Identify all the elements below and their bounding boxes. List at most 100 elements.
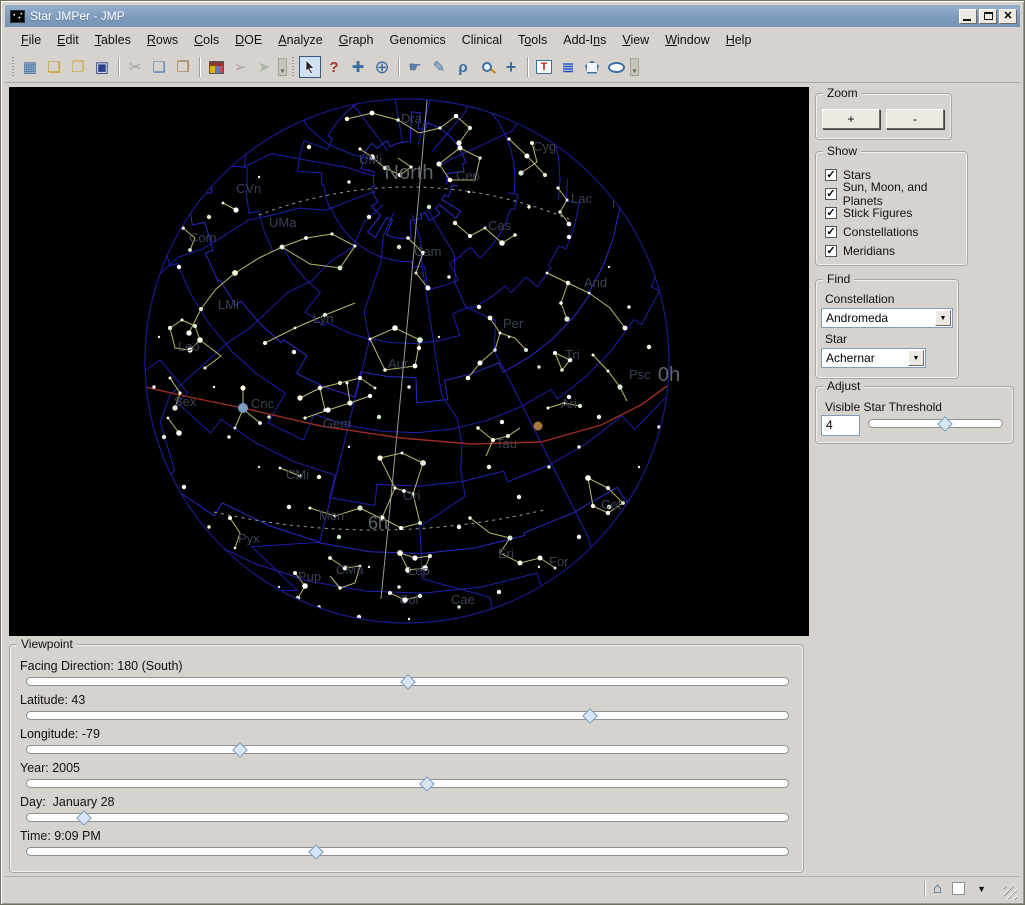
menu-window[interactable]: Window [657,30,717,50]
checkbox-icon[interactable]: ✓ [825,169,837,181]
polygon-tool-icon[interactable] [581,56,603,78]
visible-star-threshold-input[interactable]: 4 [821,415,860,436]
open-icon[interactable]: ❐ [67,56,89,78]
menu-doe[interactable]: DOE [227,30,270,50]
star-dot [168,326,172,330]
menu-clinical[interactable]: Clinical [454,30,510,50]
star-map[interactable]: DraUMiCepCygLacCasCamCVnUMaComAndLMiLynP… [9,87,809,636]
slider-thumb[interactable] [937,416,953,432]
star-dot [162,435,166,439]
toolbar: ▦❏❐▣✂❑❒➢➤▾?✚⊕☛✎ρ+T≣▾ [5,52,1020,83]
show-sun-moon-planets-checkbox[interactable]: ✓Sun, Moon, and Planets [825,184,967,203]
menu-analyze[interactable]: Analyze [270,30,330,50]
annotate-tool-icon[interactable]: T [533,56,555,78]
time-slider[interactable] [26,847,789,856]
maximize-button[interactable] [979,9,997,24]
chevron-down-icon[interactable]: ▼ [935,310,951,326]
star-dot [546,272,549,275]
new-journal-icon[interactable]: ❏ [43,56,65,78]
toolbar-grip[interactable] [290,57,295,77]
magnifier-tool-icon[interactable] [476,56,498,78]
latitude-slider[interactable] [26,711,789,720]
menu-graph[interactable]: Graph [331,30,382,50]
slider-thumb[interactable] [76,810,92,826]
data-table-icon[interactable] [205,56,227,78]
checkbox-icon[interactable]: ✓ [825,245,837,257]
show-meridians-checkbox[interactable]: ✓Meridians [825,241,967,260]
menu-edit[interactable]: Edit [49,30,87,50]
star-dot [358,147,361,150]
close-button[interactable]: ✕ [999,9,1017,24]
checkbox-icon[interactable]: ✓ [825,207,837,219]
menu-cols[interactable]: Cols [186,30,227,50]
slider-thumb[interactable] [308,844,324,860]
show-group: Show ✓Stars✓Sun, Moon, and Planets✓Stick… [815,151,968,266]
show-constellations-checkbox[interactable]: ✓Constellations [825,222,967,241]
zoom-out-button[interactable]: - [886,109,944,129]
globe-zoom-icon[interactable]: ⊕ [371,56,393,78]
hand-tool-icon[interactable]: ☛ [404,56,426,78]
planet-dot-blue[interactable] [238,403,248,413]
toolbar-overflow-icon[interactable]: ▾ [630,58,639,76]
arrow-tool-icon[interactable] [299,56,321,78]
slider-thumb[interactable] [400,674,416,690]
slider-thumb[interactable] [232,742,248,758]
visible-star-threshold-slider[interactable] [868,419,1003,428]
run-script-icon[interactable]: ➢ [229,56,251,78]
run-formula-icon[interactable]: ➤ [253,56,275,78]
copy-icon[interactable]: ❑ [148,56,170,78]
toolbar-overflow-icon[interactable]: ▾ [278,58,287,76]
checkbox-icon[interactable]: ✓ [825,226,837,238]
constellation-select[interactable]: Andromeda ▼ [821,308,953,328]
star-dot [525,154,530,159]
facing-direction-slider[interactable] [26,677,789,686]
constellation-boundary [418,87,607,144]
star-dot [468,126,472,130]
menu-tools[interactable]: Tools [510,30,555,50]
dropdown-arrow-icon[interactable]: ▼ [977,884,986,894]
year-slider[interactable] [26,779,789,788]
longitude-slider[interactable] [26,745,789,754]
crosshair-tool-icon[interactable]: + [500,56,522,78]
menu-view[interactable]: View [614,30,657,50]
zoom-in-button[interactable]: + [822,109,880,129]
mode-box-icon[interactable] [952,882,965,895]
star-dot [222,202,225,205]
star-select[interactable]: Achernar ▼ [821,348,926,368]
resize-grip[interactable] [1004,887,1017,900]
menu-help[interactable]: Help [718,30,760,50]
menu-tables[interactable]: Tables [87,30,139,50]
planet-dot-orange[interactable] [534,422,543,431]
sky-sphere[interactable]: DraUMiCepCygLacCasCamCVnUMaComAndLMiLynP… [9,87,809,636]
scroller-tool-icon[interactable]: ≣ [557,56,579,78]
help-tool-icon[interactable]: ? [323,56,345,78]
new-data-table-icon[interactable]: ▦ [19,56,41,78]
brush-tool-icon[interactable]: ✎ [428,56,450,78]
menu-rows[interactable]: Rows [139,30,186,50]
toolbar-grip[interactable] [10,57,15,77]
home-icon[interactable]: ⌂ [933,880,942,897]
star-dot [458,146,463,151]
longitude-label: Longitude: -79 [20,727,100,741]
titlebar[interactable]: Star JMPer - JMP ✕ [5,5,1020,27]
slider-thumb[interactable] [582,708,598,724]
chevron-down-icon[interactable]: ▼ [908,350,924,366]
constellation-label: Ori [403,488,420,503]
menu-genomics[interactable]: Genomics [381,30,453,50]
checkbox-icon[interactable]: ✓ [825,188,837,200]
star-dot [417,346,421,350]
oval-tool-icon[interactable] [605,56,627,78]
cut-icon[interactable]: ✂ [124,56,146,78]
star-dot [408,618,410,620]
menu-addins[interactable]: Add-Ins [555,30,614,50]
save-icon[interactable]: ▣ [91,56,113,78]
menu-file[interactable]: File [13,30,49,50]
move-tool-icon[interactable]: ✚ [347,56,369,78]
paste-icon[interactable]: ❒ [172,56,194,78]
day-slider[interactable] [26,813,789,822]
star-dot [240,385,245,390]
lasso-tool-icon[interactable]: ρ [452,56,474,78]
minimize-button[interactable] [959,9,977,24]
slider-thumb[interactable] [419,776,435,792]
star-dot [388,591,392,595]
